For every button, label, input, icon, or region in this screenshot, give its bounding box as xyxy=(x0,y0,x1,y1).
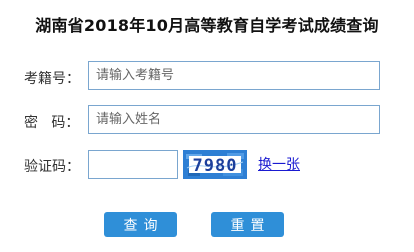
query-button[interactable]: 查询 xyxy=(104,212,177,237)
captcha-label: 验证码： xyxy=(24,159,80,175)
exam-id-input[interactable] xyxy=(88,61,380,90)
exam-id-label: 考籍号： xyxy=(24,71,80,87)
captcha-image: 7980 xyxy=(183,150,247,179)
page-title: 湖南省2018年10月高等教育自学考试成绩查询 xyxy=(35,16,379,35)
reset-button[interactable]: 重置 xyxy=(211,212,284,237)
password-label: 密 码： xyxy=(24,115,80,131)
refresh-captcha-link[interactable]: 换一张 xyxy=(258,154,300,174)
captcha-input[interactable] xyxy=(88,150,178,179)
password-input[interactable] xyxy=(88,105,380,134)
captcha-text: 7980 xyxy=(193,156,238,176)
